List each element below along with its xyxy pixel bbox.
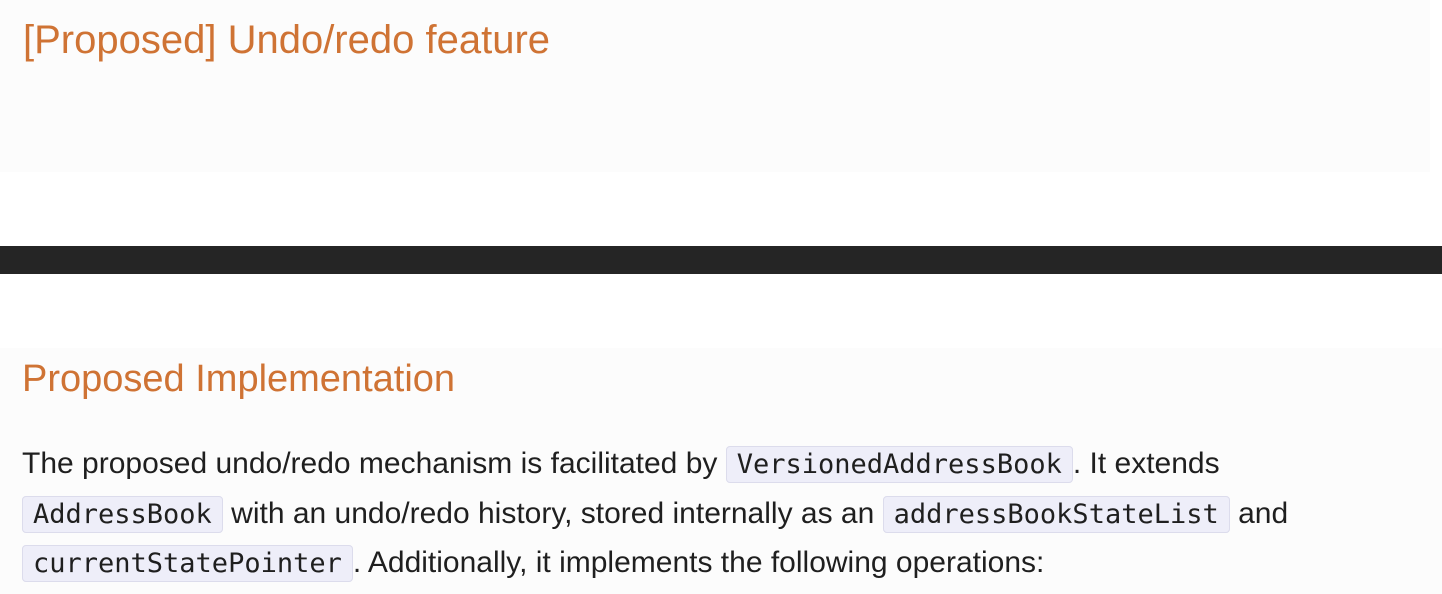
section-heading: Proposed Implementation — [22, 358, 456, 400]
divider-bar — [0, 246, 1442, 274]
page-title: [Proposed] Undo/redo feature — [23, 18, 551, 62]
code-address-book: AddressBook — [22, 495, 223, 533]
paragraph-text: The proposed undo/redo mechanism is faci… — [22, 447, 726, 480]
paragraph-text: . It extends — [1072, 447, 1220, 480]
paragraph-text: . Additionally, it implements the follow… — [352, 546, 1045, 579]
paragraph-text: with an undo/redo history, stored intern… — [222, 496, 883, 530]
code-address-book-state-list: addressBookStateList — [882, 495, 1230, 533]
description-paragraph: The proposed undo/redo mechanism is faci… — [22, 440, 1422, 589]
paragraph-text: and — [1229, 496, 1289, 530]
code-current-state-pointer: currentStatePointer — [22, 545, 353, 582]
code-versioned-address-book: VersionedAddressBook — [725, 446, 1073, 483]
